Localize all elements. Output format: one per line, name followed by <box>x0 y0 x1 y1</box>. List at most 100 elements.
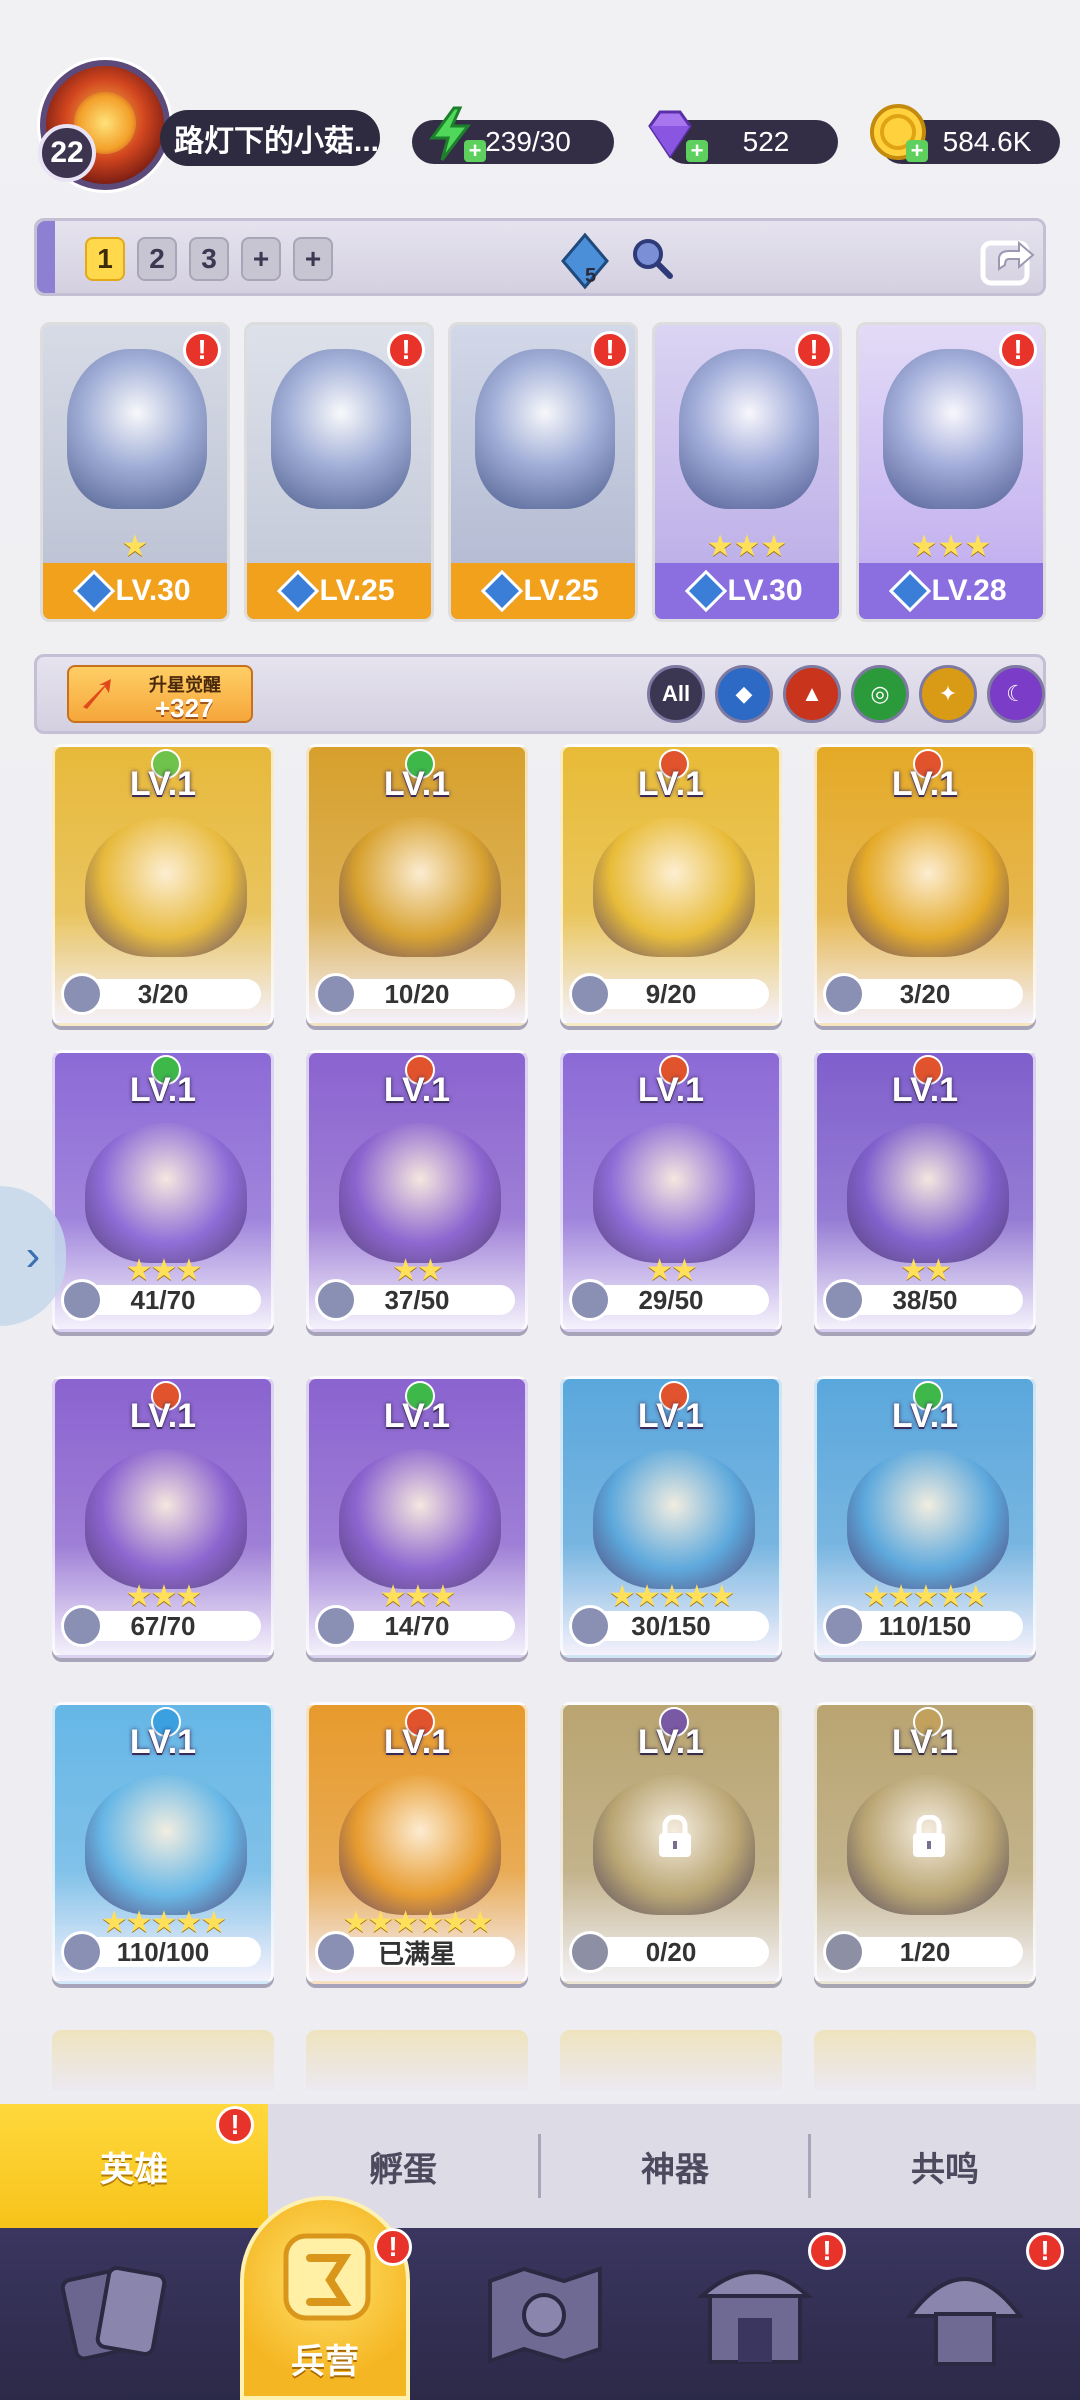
nav-shop[interactable] <box>680 2242 830 2382</box>
water-element-icon <box>73 569 116 613</box>
hero-card[interactable]: LV.1 3/20 <box>814 744 1036 1026</box>
nav-guild[interactable] <box>890 2242 1040 2382</box>
shard-progress-text: 37/50 <box>384 1284 450 1315</box>
light-element-icon[interactable]: ✦ <box>919 665 977 723</box>
search-icon[interactable] <box>629 235 675 281</box>
hero-card[interactable]: LV.1 3/20 <box>52 744 274 1026</box>
team-tab-3[interactable]: 3 <box>189 237 229 281</box>
shard-icon <box>61 1279 103 1321</box>
filter-all-label: All <box>661 681 691 706</box>
team-hero-card[interactable]: LV.25! <box>448 322 638 622</box>
tab-resonance[interactable]: 共鸣 <box>810 2104 1080 2228</box>
hero-level: LV.1 <box>891 1723 959 1761</box>
team-element-count: 5 <box>585 265 597 287</box>
fire-element-icon[interactable]: ▲ <box>783 665 841 723</box>
nav-guild-alert-icon: ! <box>1026 2232 1064 2270</box>
hero-portrait <box>339 1449 501 1589</box>
hero-card[interactable]: LV.1 ★★ 37/50 <box>306 1050 528 1332</box>
hero-card[interactable]: LV.1 ★★★ 67/70 <box>52 1376 274 1658</box>
team-tab-2[interactable]: 2 <box>137 237 177 281</box>
chevron-right-icon: › <box>25 1231 41 1280</box>
share-icon[interactable] <box>977 229 1039 291</box>
hero-card[interactable]: LV.1 ★★★★★ 110/100 <box>52 1702 274 1984</box>
hero-card[interactable]: LV.1 ★★★★★ 30/150 <box>560 1376 782 1658</box>
hero-portrait <box>271 349 411 509</box>
shard-icon <box>315 1931 357 1973</box>
nav-map[interactable] <box>470 2242 620 2382</box>
hero-portrait <box>593 1123 755 1263</box>
shard-progress-text: 3/20 <box>899 978 951 1009</box>
team-tab-1[interactable]: 1 <box>85 237 125 281</box>
hero-level-bar: LV.25 <box>247 563 431 619</box>
hero-portrait <box>475 349 615 509</box>
shard-progress-text: 110/150 <box>878 1610 972 1641</box>
hero-level: LV.1 <box>129 1723 197 1761</box>
hero-card-peek <box>306 2030 528 2090</box>
nav-cards[interactable] <box>40 2242 190 2382</box>
energy-plus-icon[interactable]: + <box>464 140 486 162</box>
coin-plus-icon[interactable]: + <box>906 140 928 162</box>
hero-card[interactable]: LV.1 0/20 <box>560 1702 782 1984</box>
hero-card-peek <box>814 2030 1036 2090</box>
nav-shop-alert-icon: ! <box>808 2232 846 2270</box>
team-selector-bar: 1 2 3 + + 5 <box>34 218 1046 296</box>
team-tab-add-2[interactable]: + <box>293 237 333 281</box>
water-element-icon <box>277 569 320 613</box>
shard-progress-text: 67/70 <box>130 1610 196 1641</box>
hero-level: LV.1 <box>637 1723 705 1761</box>
hero-level: LV.25 <box>319 574 395 607</box>
hero-portrait <box>593 817 755 957</box>
hero-card[interactable]: LV.1 ★★★★★★ 已满星 <box>306 1702 528 1984</box>
hero-level: LV.1 <box>891 1071 959 1109</box>
filter-all[interactable]: All <box>647 665 705 723</box>
gem-plus-icon[interactable]: + <box>686 140 708 162</box>
tab-heroes-alert-icon: ! <box>216 2106 254 2144</box>
tab-artifacts[interactable]: 神器 <box>540 2104 810 2228</box>
team-hero-card[interactable]: LV.25! <box>244 322 434 622</box>
shard-icon <box>61 973 103 1015</box>
team-hero-card[interactable]: ★ LV.30! <box>40 322 230 622</box>
water-element-icon[interactable]: ◆ <box>715 665 773 723</box>
hero-level: LV.1 <box>637 765 705 803</box>
tab-resonance-label: 共鸣 <box>911 2150 979 2189</box>
hero-card[interactable]: LV.1 1/20 <box>814 1702 1036 1984</box>
hero-level: LV.28 <box>931 574 1007 607</box>
shard-progress-text: 29/50 <box>638 1284 704 1315</box>
hero-card[interactable]: LV.1 ★★ 29/50 <box>560 1050 782 1332</box>
shard-progress-text: 38/50 <box>892 1284 958 1315</box>
shard-progress-text: 9/20 <box>645 978 697 1009</box>
team-hero-card[interactable]: ★★★ LV.30! <box>652 322 842 622</box>
hero-portrait <box>847 1449 1009 1589</box>
water-element-icon <box>481 569 524 613</box>
hero-card[interactable]: LV.1 ★★★ 41/70 <box>52 1050 274 1332</box>
hero-card[interactable]: LV.1 ★★ 38/50 <box>814 1050 1036 1332</box>
map-icon <box>488 2266 602 2364</box>
hero-card-peek <box>560 2030 782 2090</box>
hero-level: LV.1 <box>129 1397 197 1435</box>
hero-level-bar: LV.30 <box>43 563 227 619</box>
hero-card[interactable]: LV.1 ★★★★★ 110/150 <box>814 1376 1036 1658</box>
hero-card[interactable]: LV.1 ★★★ 14/70 <box>306 1376 528 1658</box>
sub-tab-bar: 英雄 孵蛋 神器 共鸣 ! <box>0 2104 1080 2228</box>
alert-icon: ! <box>183 331 221 369</box>
hero-level: LV.25 <box>523 574 599 607</box>
shard-icon <box>823 1931 865 1973</box>
dark-element-icon[interactable]: ☾ <box>987 665 1045 723</box>
hero-portrait <box>883 349 1023 509</box>
alert-icon: ! <box>591 331 629 369</box>
tab-artifacts-label: 神器 <box>641 2150 709 2189</box>
shard-icon <box>315 973 357 1015</box>
hero-level: LV.1 <box>637 1397 705 1435</box>
shard-icon <box>823 1605 865 1647</box>
wind-element-icon[interactable]: ◎ <box>851 665 909 723</box>
awaken-button[interactable]: 升星觉醒 +327 <box>67 665 253 723</box>
team-hero-card[interactable]: ★★★ LV.28! <box>856 322 1046 622</box>
hero-card[interactable]: LV.1 10/20 <box>306 744 528 1026</box>
shard-progress-text: 41/70 <box>130 1284 196 1315</box>
shard-icon <box>569 1605 611 1647</box>
hero-stars: ★★★ <box>910 530 992 563</box>
team-tab-add-1[interactable]: + <box>241 237 281 281</box>
hero-stars: ★★★ <box>706 530 788 563</box>
player-name[interactable]: 路灯下的小菇... <box>160 110 380 166</box>
hero-card[interactable]: LV.1 9/20 <box>560 744 782 1026</box>
